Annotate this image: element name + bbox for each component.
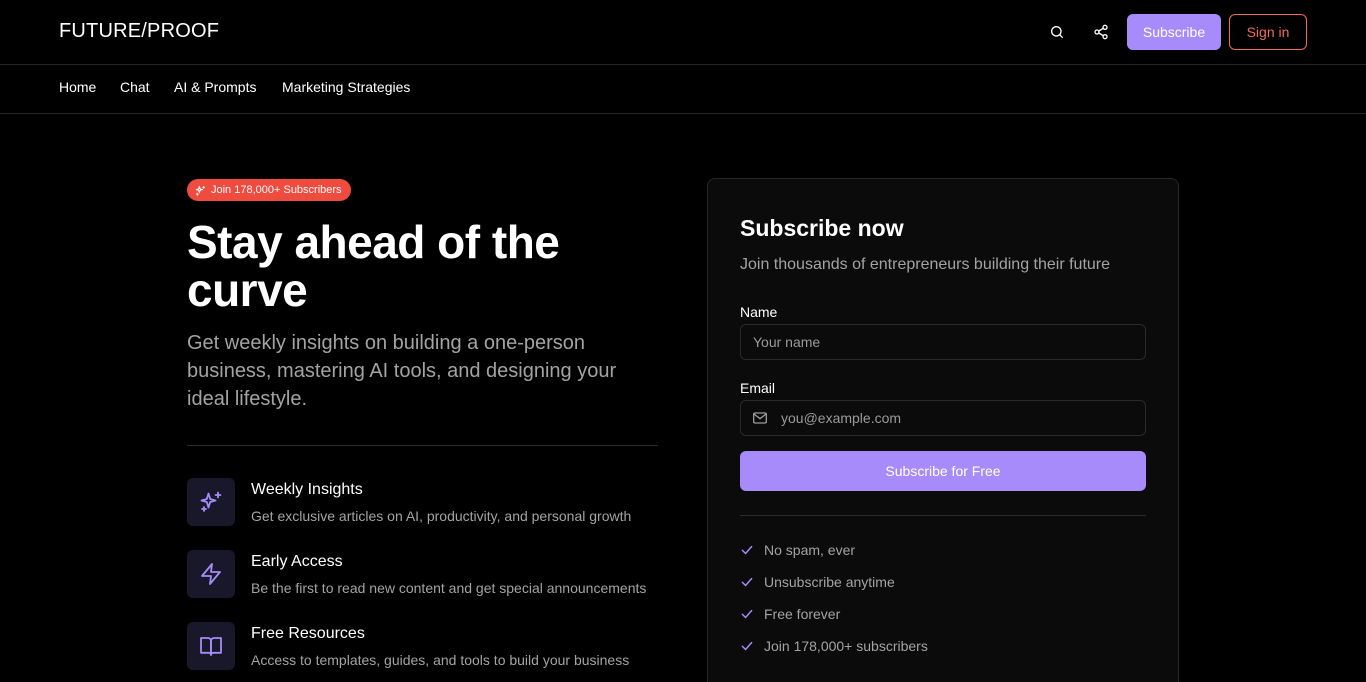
subscribe-for-free-button[interactable]: Subscribe for Free bbox=[740, 451, 1146, 491]
benefit-item: Unsubscribe anytime bbox=[740, 573, 895, 591]
book-icon bbox=[200, 637, 222, 656]
benefit-text: Join 178,000+ subscribers bbox=[764, 638, 928, 654]
benefit-text: Free forever bbox=[764, 606, 841, 622]
lightning-icon bbox=[201, 563, 221, 585]
feature-icon-box bbox=[187, 622, 235, 670]
benefit-item: Join 178,000+ subscribers bbox=[740, 637, 928, 655]
hero-subtitle: Get weekly insights on building a one-pe… bbox=[187, 332, 617, 410]
feature-title: Early Access bbox=[251, 553, 343, 570]
search-button[interactable] bbox=[1043, 18, 1071, 46]
feature-description: Be the first to read new content and get… bbox=[251, 580, 647, 596]
category-nav: Home Chat AI & Prompts Marketing Strateg… bbox=[0, 65, 1366, 114]
share-icon bbox=[1094, 24, 1108, 40]
badge-text: Join 178,000+ Subscribers bbox=[211, 184, 342, 196]
feature-icon-box bbox=[187, 550, 235, 598]
card-subtitle: Join thousands of entrepreneurs building… bbox=[740, 256, 1111, 273]
email-input[interactable] bbox=[740, 400, 1146, 436]
sparkles-icon bbox=[200, 491, 222, 512]
name-label: Name bbox=[740, 304, 778, 320]
divider bbox=[187, 445, 658, 446]
subscribe-button[interactable]: Subscribe bbox=[1127, 14, 1221, 50]
benefit-item: Free forever bbox=[740, 605, 840, 623]
check-icon bbox=[741, 641, 753, 651]
check-icon bbox=[741, 545, 753, 555]
feature-weekly-insights: Weekly Insights Get exclusive articles o… bbox=[187, 478, 667, 528]
feature-title: Weekly Insights bbox=[251, 481, 363, 498]
check-icon bbox=[741, 609, 753, 619]
nav-item-chat[interactable]: Chat bbox=[120, 79, 150, 95]
feature-description: Access to templates, guides, and tools t… bbox=[251, 652, 630, 668]
card-title: Subscribe now bbox=[740, 215, 904, 241]
nav-item-marketing-strategies[interactable]: Marketing Strategies bbox=[282, 79, 410, 95]
email-label: Email bbox=[740, 380, 776, 396]
share-button[interactable] bbox=[1087, 18, 1115, 46]
benefit-item: No spam, ever bbox=[740, 541, 855, 559]
nav-item-ai-prompts[interactable]: AI & Prompts bbox=[174, 79, 256, 95]
top-bar: FUTURE/PROOF Subscribe Sign in bbox=[0, 0, 1366, 65]
feature-early-access: Early Access Be the first to read new co… bbox=[187, 550, 667, 600]
benefit-text: Unsubscribe anytime bbox=[764, 574, 895, 590]
mail-icon bbox=[753, 412, 767, 424]
feature-description: Get exclusive articles on AI, productivi… bbox=[251, 508, 632, 524]
sign-in-button[interactable]: Sign in bbox=[1229, 14, 1307, 50]
check-icon bbox=[741, 577, 753, 587]
divider bbox=[740, 515, 1146, 516]
feature-icon-box bbox=[187, 478, 235, 526]
sparkles-icon bbox=[195, 185, 206, 196]
feature-title: Free Resources bbox=[251, 625, 365, 642]
subscribe-card: Subscribe now Join thousands of entrepre… bbox=[707, 178, 1179, 682]
hero-title: Stay ahead of the curve bbox=[187, 216, 560, 316]
name-input[interactable] bbox=[740, 324, 1146, 360]
benefit-text: No spam, ever bbox=[764, 542, 856, 558]
brand-logo[interactable]: FUTURE/PROOF bbox=[59, 20, 219, 43]
nav-item-home[interactable]: Home bbox=[59, 79, 96, 95]
feature-free-resources: Free Resources Access to templates, guid… bbox=[187, 622, 667, 672]
search-icon bbox=[1051, 26, 1063, 38]
subscriber-badge: Join 178,000+ Subscribers bbox=[187, 179, 351, 201]
